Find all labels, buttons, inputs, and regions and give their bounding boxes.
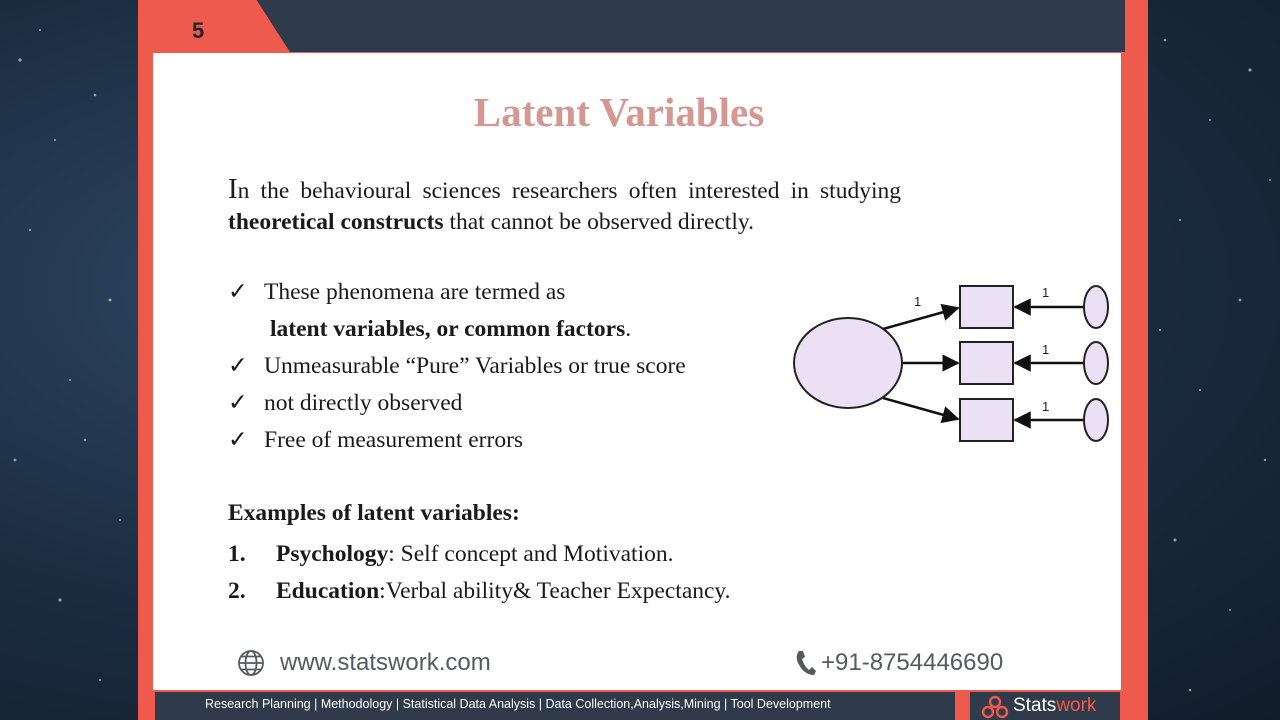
observed-variable-box — [959, 341, 1014, 385]
error-term-ellipse — [1083, 341, 1109, 385]
latent-variable-diagram: 1 1 1 1 — [793, 285, 1109, 442]
bullet-item: ✓ Unmeasurable “Pure” Variables or true … — [228, 348, 818, 385]
statswork-logo-icon — [981, 695, 1009, 719]
observed-variable-box — [959, 398, 1014, 442]
latent-factor-ellipse — [793, 317, 903, 409]
example-field: Psychology — [276, 541, 389, 567]
bullet-end: . — [625, 316, 632, 342]
example-item: 1. Psychology: Self concept and Motivati… — [228, 536, 928, 573]
path-label: 1 — [914, 294, 921, 309]
example-text: Psychology: Self concept and Motivation. — [276, 536, 673, 573]
intro-text: n the behavioural sciences researchers o… — [237, 178, 901, 204]
brand-logo-text: Statswork — [1013, 695, 1096, 717]
example-item: 2. Education:Verbal ability& Teacher Exp… — [228, 573, 928, 610]
intro-text-end: that cannot be observed directly. — [443, 209, 754, 235]
example-detail: : Self concept and Motivation. — [388, 541, 674, 567]
services-text: Research Planning | Methodology | Statis… — [205, 697, 831, 711]
top-bar — [138, 0, 1125, 52]
path-label: 1 — [1042, 342, 1049, 357]
check-icon: ✓ — [228, 279, 248, 305]
loading-arrow — [882, 303, 960, 331]
slide-title: Latent Variables — [473, 89, 765, 135]
website-link[interactable]: www.statswork.com — [280, 649, 491, 677]
examples-heading: Examples of latent variables: — [228, 500, 520, 526]
phone-number[interactable]: +91-8754446690 — [821, 649, 1003, 677]
bullet-item: ✓ These phenomena are termed as — [228, 274, 818, 311]
page-number: 5 — [192, 18, 205, 43]
observed-variable-box — [959, 285, 1014, 329]
example-text: Education:Verbal ability& Teacher Expect… — [276, 573, 731, 610]
check-icon: ✓ — [228, 353, 248, 379]
logo-part1: Stats — [1013, 695, 1057, 716]
path-label: 1 — [1042, 399, 1049, 414]
error-term-ellipse — [1083, 285, 1109, 329]
examples-list: 1. Psychology: Self concept and Motivati… — [228, 536, 928, 610]
intro-bold-term: theoretical constructs — [228, 209, 444, 235]
loading-arrow — [882, 396, 960, 424]
bullet-text: not directly observed — [264, 390, 463, 416]
path-label: 1 — [1042, 285, 1049, 300]
intro-paragraph: In the behavioural sciences researchers … — [228, 174, 901, 238]
bullet-text: These phenomena are termed as — [264, 279, 566, 305]
bullet-continuation: latent variables, or common factors. — [228, 311, 818, 348]
bullet-bold-term: latent variables, or common factors — [270, 316, 626, 342]
bullet-text: Free of measurement errors — [264, 427, 524, 453]
logo-part2: work — [1056, 695, 1097, 716]
bullet-list: ✓ These phenomena are termed as latent v… — [228, 274, 818, 459]
example-number: 2. — [228, 578, 246, 604]
check-icon: ✓ — [228, 390, 248, 416]
globe-icon — [238, 650, 264, 676]
bullet-text: Unmeasurable “Pure” Variables or true sc… — [264, 353, 686, 379]
error-term-ellipse — [1083, 398, 1109, 442]
check-icon: ✓ — [228, 427, 248, 453]
phone-icon — [796, 651, 816, 675]
bullet-item: ✓ not directly observed — [228, 385, 818, 422]
intro-first-letter: I — [228, 173, 238, 205]
bullet-item: ✓ Free of measurement errors — [228, 422, 818, 459]
example-detail: :Verbal ability& Teacher Expectancy. — [379, 578, 731, 604]
example-number: 1. — [228, 541, 246, 567]
example-field: Education — [276, 578, 380, 604]
